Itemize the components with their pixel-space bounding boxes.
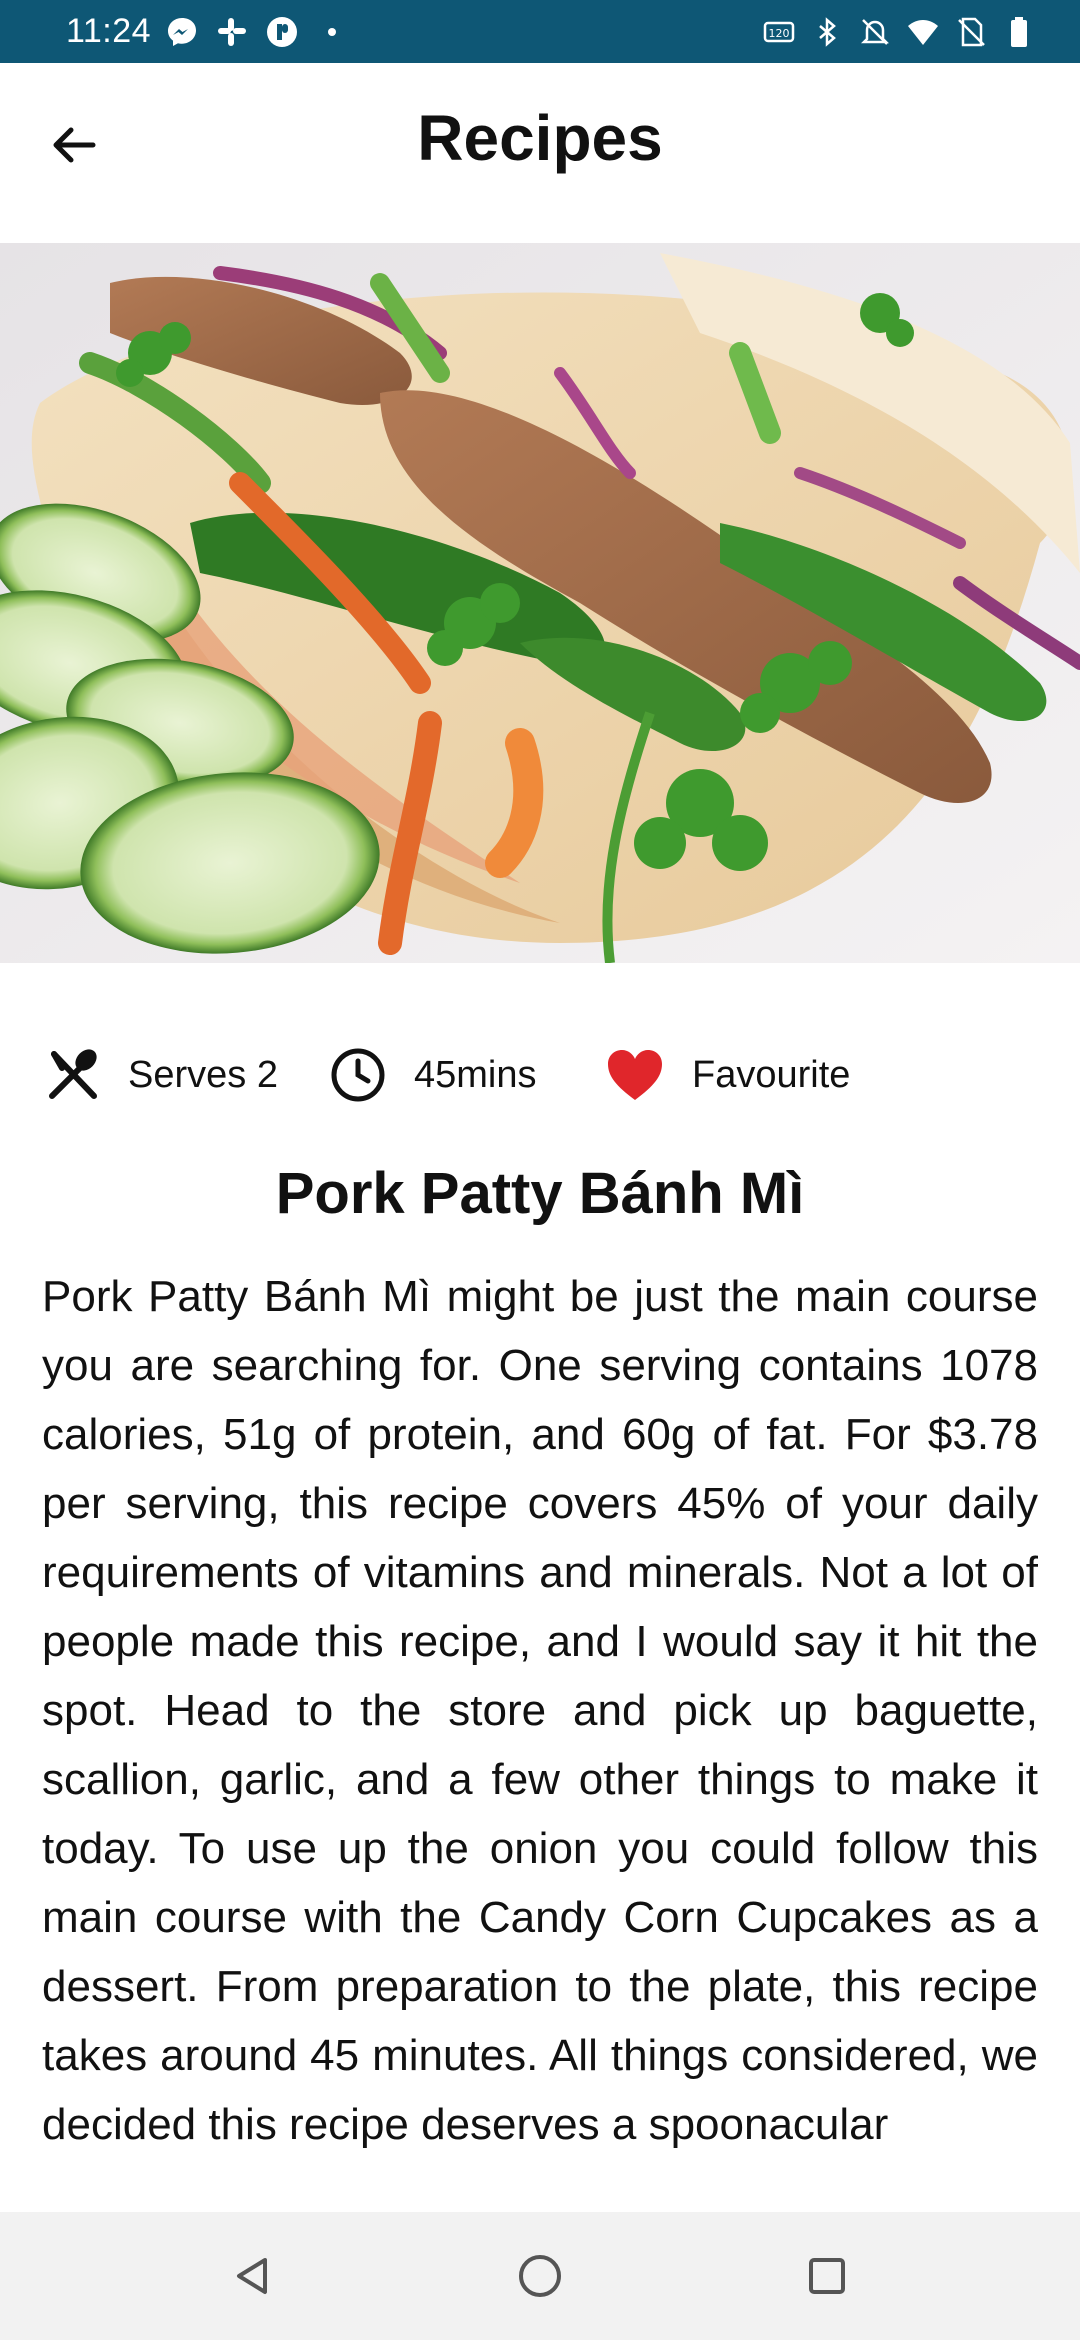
favourite-button[interactable]: Favourite bbox=[606, 1040, 850, 1110]
status-time: 11:24 bbox=[66, 12, 152, 50]
recipe-description: Pork Patty Bánh Mì might be just the mai… bbox=[42, 1272, 1038, 2149]
page-title: Recipes bbox=[417, 102, 663, 174]
mute-icon bbox=[858, 15, 892, 49]
slack-icon bbox=[215, 15, 249, 49]
status-left-icons bbox=[165, 15, 349, 49]
recents-square-icon bbox=[808, 2258, 845, 2294]
nav-back-button[interactable] bbox=[213, 2236, 293, 2316]
app-bar: Recipes bbox=[0, 63, 1080, 243]
time-label: 45mins bbox=[414, 1053, 537, 1096]
pocket-casts-icon bbox=[265, 15, 299, 49]
bluetooth-icon bbox=[810, 15, 844, 49]
serves-info: Serves 2 bbox=[46, 1040, 278, 1110]
cutlery-icon bbox=[49, 1049, 97, 1099]
dot-icon bbox=[315, 15, 349, 49]
recipe-meta-row: Serves 2 45mins Favourite bbox=[0, 1040, 1080, 1110]
status-right-icons: 120 bbox=[762, 15, 1036, 49]
recipe-image bbox=[0, 243, 1080, 963]
clock-icon bbox=[331, 1048, 385, 1102]
nav-recents-button[interactable] bbox=[787, 2236, 867, 2316]
recipe-description-container[interactable]: Pork Patty Bánh Mì might be just the mai… bbox=[42, 1262, 1038, 2212]
favourite-label: Favourite bbox=[692, 1053, 851, 1096]
nav-home-button[interactable] bbox=[500, 2236, 580, 2316]
home-circle-icon bbox=[518, 2255, 561, 2297]
recipe-title: Pork Patty Bánh Mì bbox=[275, 1161, 805, 1226]
svg-text:120: 120 bbox=[769, 27, 790, 40]
wifi-icon bbox=[906, 15, 940, 49]
no-sim-icon bbox=[954, 15, 988, 49]
status-bar: 11:24 120 bbox=[0, 0, 1080, 63]
serves-label: Serves 2 bbox=[128, 1053, 278, 1096]
battery-icon bbox=[1002, 15, 1036, 49]
messenger-icon bbox=[165, 15, 199, 49]
system-nav-bar bbox=[0, 2212, 1080, 2340]
hd-voice-icon: 120 bbox=[762, 15, 796, 49]
back-triangle-icon bbox=[237, 2258, 268, 2294]
heart-icon bbox=[608, 1050, 662, 1100]
time-info: 45mins bbox=[330, 1040, 537, 1110]
